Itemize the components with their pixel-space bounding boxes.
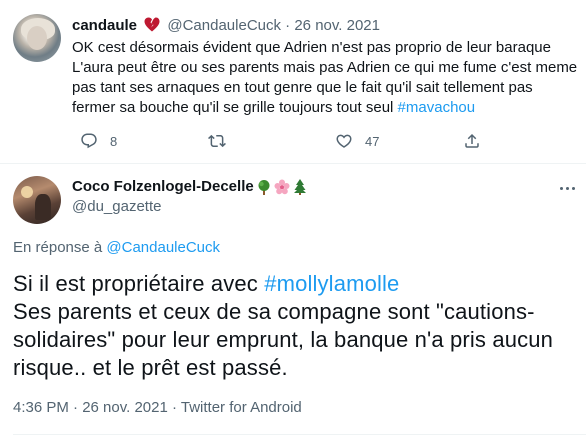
reply-context: En réponse à @CandauleCuck (13, 238, 220, 258)
tweet1-text: OK cest désormais évident que Adrien n'e… (72, 38, 577, 118)
share-icon (465, 133, 479, 148)
reply-icon (81, 133, 97, 149)
deciduous-tree-icon (258, 180, 270, 195)
tweet1-text-line: pas tant ses arnaques en tout genre que … (72, 79, 533, 96)
tweet2-handle[interactable]: @du_gazette (72, 197, 161, 217)
cherry-blossom-icon (274, 179, 290, 195)
tweet-divider (13, 434, 586, 435)
share-button[interactable] (463, 131, 481, 151)
tweet-divider (0, 163, 586, 164)
tweet1-text-line: OK cest désormais évident que Adrien n'e… (72, 39, 551, 56)
reply-to-link[interactable]: @CandauleCuck (106, 239, 220, 256)
tweet1-separator: · (285, 17, 291, 34)
tweet1-text-fragment: fermer sa bouche qu'il se grille toujour… (72, 99, 398, 116)
like-count: 47 (365, 133, 380, 149)
tweet2-text-line: solidaires" pour leur emprunt, la banque… (13, 327, 554, 352)
tweet2-text-line: risque.. et le prêt est passé. (13, 355, 288, 380)
tweet2-timestamp[interactable]: 4:36 PM · 26 nov. 2021 · Twitter for And… (13, 398, 302, 418)
tweet1-text-line: fermer sa bouche qu'il se grille toujour… (72, 98, 577, 118)
candaule-avatar[interactable] (13, 14, 61, 62)
tweet1-text-line: L'aura peut être ou ses parents mais pas… (72, 59, 578, 76)
tweet2-text-line: Si il est propriétaire avec #mollylamoll… (13, 270, 578, 298)
hashtag-mavachou[interactable]: #mavachou (398, 99, 476, 116)
evergreen-tree-icon (293, 179, 306, 195)
coco-avatar[interactable] (13, 176, 61, 224)
broken-heart-icon (144, 17, 160, 32)
retweet-icon (208, 134, 226, 148)
like-button[interactable]: 47 (335, 131, 379, 151)
tweet1-header: candaule @CandauleCuck · 26 nov. 2021 (72, 16, 380, 36)
tweet2-text-line: Ses parents et ceux de sa compagne sont … (13, 299, 535, 324)
tweet2-author-row: Coco Folzenlogel-Decelle (72, 177, 308, 197)
tweet2-text-fragment: Si il est propriétaire avec (13, 271, 265, 296)
tweet1-author-name[interactable]: candaule (72, 17, 137, 34)
reply-count: 8 (110, 133, 118, 149)
hashtag-mollylamolle[interactable]: #mollylamolle (264, 271, 399, 296)
tweet2-text: Si il est propriétaire avec #mollylamoll… (13, 270, 578, 382)
tweet1-date[interactable]: 26 nov. 2021 (294, 17, 380, 34)
retweet-button[interactable] (208, 131, 226, 151)
reply-button[interactable]: 8 (80, 131, 117, 151)
more-options-icon[interactable] (554, 180, 580, 196)
heart-icon (336, 134, 352, 148)
reply-prefix: En réponse à (13, 239, 107, 256)
tweet2-author-name[interactable]: Coco Folzenlogel-Decelle (72, 177, 254, 197)
tweet1-handle[interactable]: @CandauleCuck (167, 17, 281, 34)
